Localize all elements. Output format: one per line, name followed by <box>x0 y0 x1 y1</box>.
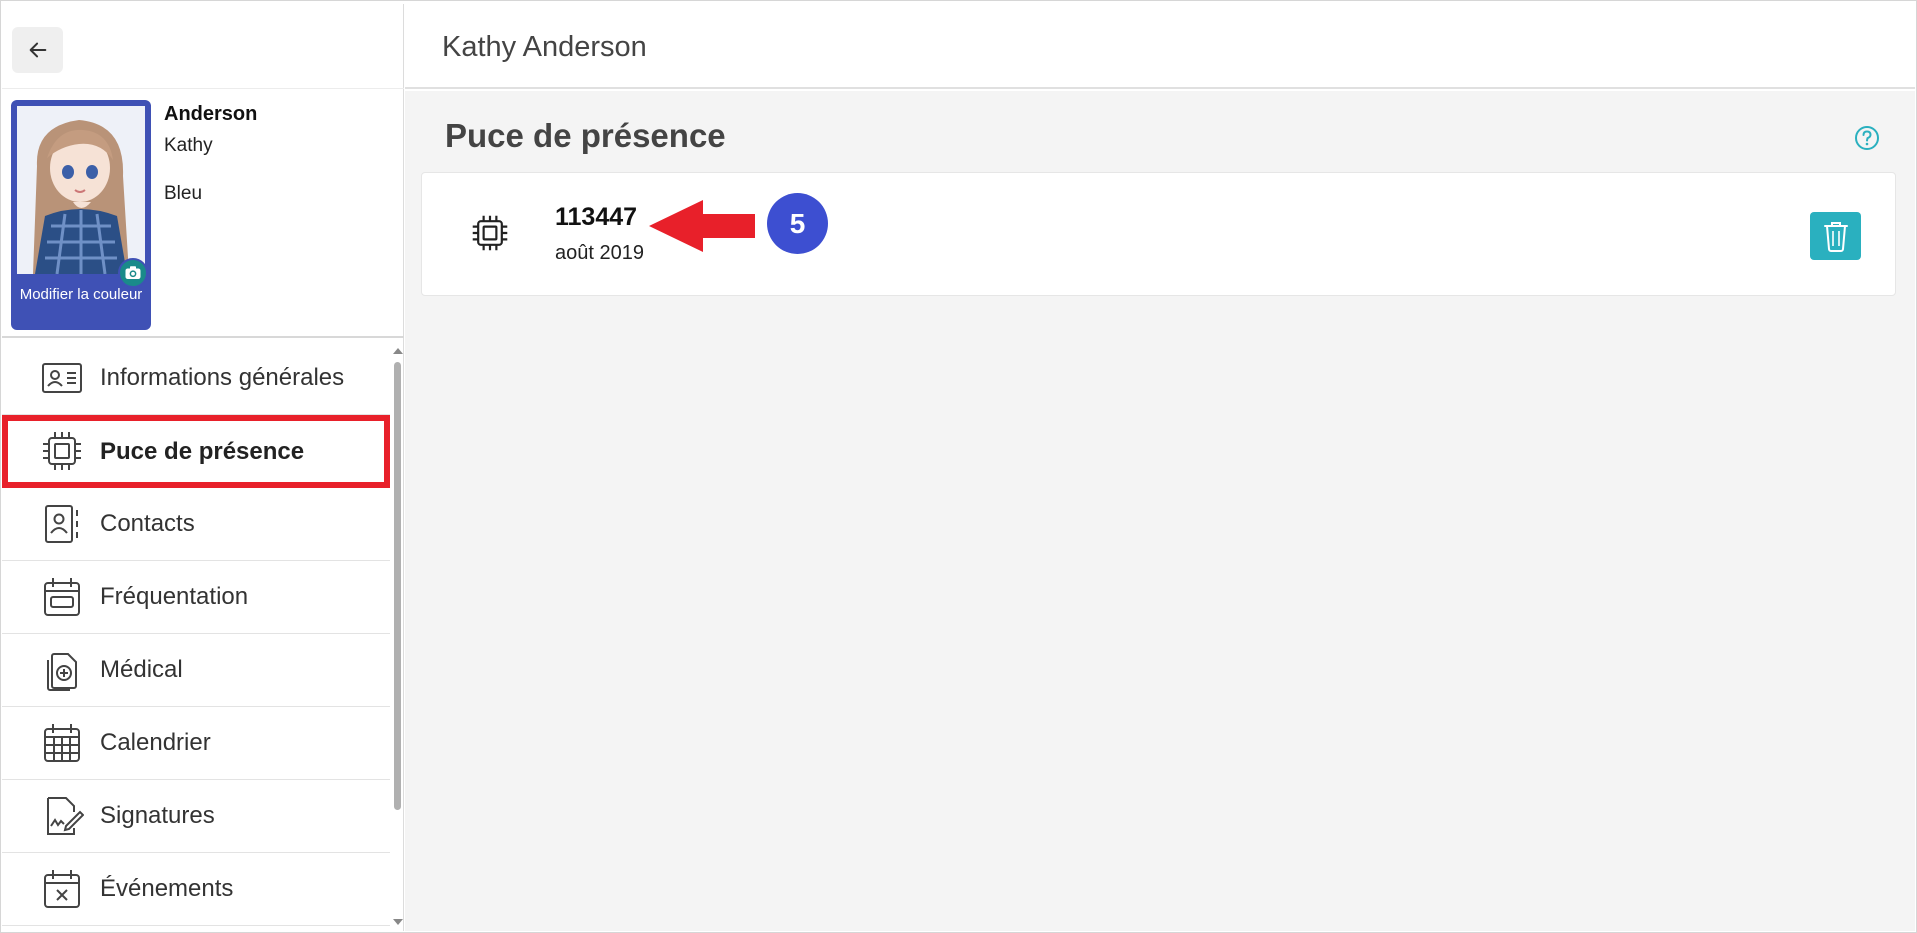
sidebar-item-signatures[interactable]: Signatures <box>2 780 390 853</box>
chip-icon <box>472 215 508 251</box>
first-name: Kathy <box>164 135 213 156</box>
page-header: Kathy Anderson <box>405 4 1915 89</box>
sidebar-item-presence-chip[interactable]: Puce de présence <box>2 415 390 488</box>
chip-id: 113447 <box>555 203 638 231</box>
id-card-icon <box>42 363 82 393</box>
help-icon[interactable] <box>1853 124 1881 152</box>
sidebar-item-label: Événements <box>100 875 234 902</box>
annotation-step-badge: 5 <box>767 193 828 254</box>
sidebar-item-label: Fréquentation <box>100 583 249 610</box>
camera-icon[interactable] <box>118 258 148 288</box>
scroll-up-arrow-icon[interactable] <box>393 348 403 354</box>
section-title: Puce de présence <box>445 117 726 154</box>
last-name: Anderson <box>164 103 258 125</box>
sidebar-item-label: Médical <box>100 656 183 683</box>
scroll-down-arrow-icon[interactable] <box>393 919 403 925</box>
arrow-left-icon <box>29 42 46 58</box>
event-cancel-icon <box>44 870 80 908</box>
page-title: Kathy Anderson <box>442 31 647 63</box>
main-content: Puce de présence 113447 août 2019 5 <box>405 91 1915 931</box>
attendance-calendar-icon <box>44 578 80 616</box>
sidebar-item-label: Informations générales <box>100 364 345 391</box>
trash-icon <box>1823 222 1848 252</box>
sidebar-item-label: Puce de présence <box>100 437 305 465</box>
contact-book-icon <box>45 505 78 543</box>
profile-panel: Modifier la couleur Anderson Kathy Bleu <box>2 88 404 338</box>
medical-file-icon <box>47 653 77 691</box>
photo-card[interactable]: Modifier la couleur <box>11 100 151 330</box>
sidebar-item-label: Calendrier <box>100 729 211 756</box>
chip-date: août 2019 <box>555 242 644 264</box>
chip-icon <box>43 432 81 470</box>
annotation-arrow-icon <box>649 200 755 252</box>
delete-button[interactable] <box>1810 212 1861 260</box>
chip-card: 113447 août 2019 5 <box>421 172 1896 296</box>
sidebar: Modifier la couleur Anderson Kathy Bleu … <box>2 4 404 931</box>
group-name: Bleu <box>164 183 203 204</box>
scroll-thumb[interactable] <box>394 362 401 810</box>
change-color-label[interactable]: Modifier la couleur <box>11 286 151 304</box>
calendar-grid-icon <box>44 724 80 762</box>
back-button[interactable] <box>12 27 63 73</box>
sidebar-item-calendar[interactable]: Calendrier <box>2 707 390 780</box>
sidebar-item-contacts[interactable]: Contacts <box>2 488 390 561</box>
sidebar-item-attendance[interactable]: Fréquentation <box>2 561 390 634</box>
sidebar-item-label: Contacts <box>100 510 195 537</box>
sidebar-item-label: Signatures <box>100 802 215 829</box>
sidebar-item-medical[interactable]: Médical <box>2 634 390 707</box>
sidebar-item-events[interactable]: Événements <box>2 853 390 926</box>
sidebar-scrollbar[interactable] <box>392 342 404 931</box>
sidebar-item-general-info[interactable]: Informations générales <box>2 342 390 415</box>
sidebar-nav: Informations générales Puce de présence … <box>2 342 390 931</box>
signature-icon <box>47 797 84 835</box>
avatar <box>17 106 145 274</box>
